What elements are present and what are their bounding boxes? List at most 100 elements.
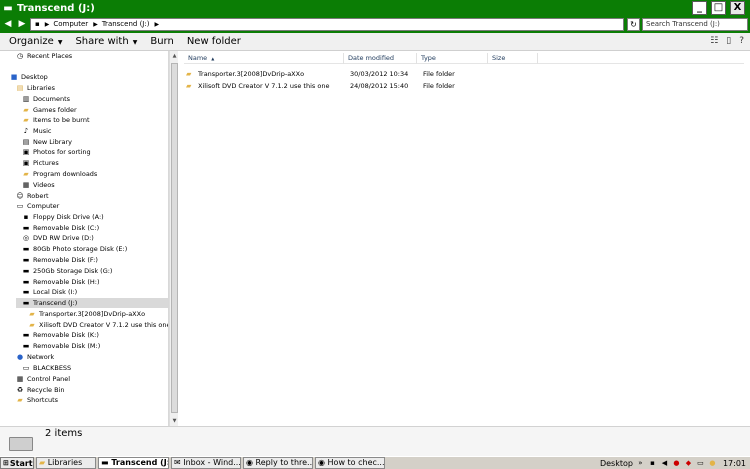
usb-icon[interactable]: ▭ xyxy=(696,459,705,468)
search-input[interactable]: Search Transcend (J:) xyxy=(642,18,748,31)
view-options-icon[interactable]: ☷ xyxy=(710,36,718,46)
folder-icon: ▰ xyxy=(29,321,35,329)
file-date: 30/03/2012 10:34 xyxy=(350,70,409,78)
refresh-icon[interactable]: ↻ xyxy=(627,18,640,31)
recycle-bin-icon: ♻ xyxy=(16,386,24,394)
nav-item-shortcuts[interactable]: ▰ Shortcuts xyxy=(16,395,58,405)
drive-icon: ▬ xyxy=(22,224,30,232)
nav-item-pictures[interactable]: ▣ Pictures xyxy=(22,158,59,168)
nav-item-removable-h[interactable]: ▬ Removable Disk (H:) xyxy=(22,277,100,287)
organize-button[interactable]: Organize ▼ xyxy=(9,36,62,47)
nav-item-floppy[interactable]: ▪ Floppy Disk Drive (A:) xyxy=(22,212,104,222)
column-header-size[interactable]: Size xyxy=(488,53,538,64)
desktop-toolbar-label[interactable]: Desktop xyxy=(600,459,633,468)
nav-scrollbar[interactable]: ▲ ▼ xyxy=(169,51,178,426)
dvd-icon: ◎ xyxy=(22,234,30,242)
mail-icon: ✉ xyxy=(174,458,184,467)
nav-item-recent-places[interactable]: ◷ Recent Places xyxy=(16,51,72,61)
start-button[interactable]: ⊞ Start xyxy=(0,457,34,469)
nav-item-new-library[interactable]: ▤ New Library xyxy=(22,137,72,147)
preview-pane-icon[interactable]: ▯ xyxy=(726,36,731,46)
share-with-label: Share with xyxy=(75,36,129,47)
update-icon[interactable]: ● xyxy=(708,459,717,468)
task-inbox[interactable]: ✉ Inbox - Wind... xyxy=(171,457,241,469)
title-bar[interactable]: ▬ Transcend (J:) _ □ X xyxy=(0,0,750,17)
forward-arrow-icon[interactable]: ▶ xyxy=(15,18,29,31)
maximize-button[interactable]: □ xyxy=(711,1,726,15)
command-bar: Organize ▼ Share with ▼ Burn New folder ☷ … xyxy=(0,33,750,51)
nav-item-removable-c[interactable]: ▬ Removable Disk (C:) xyxy=(22,223,100,233)
nav-item-local-i[interactable]: ▬ Local Disk (I:) xyxy=(22,287,77,297)
nav-item-recycle-bin[interactable]: ♻ Recycle Bin xyxy=(16,385,65,395)
nav-item-control-panel[interactable]: ▦ Control Panel xyxy=(16,374,70,384)
explorer-window: ▬ Transcend (J:) _ □ X ◀ ▶ ▪ ▶ Computer … xyxy=(0,0,750,469)
videos-icon: ▦ xyxy=(22,181,30,189)
breadcrumb-arrow-icon[interactable]: ▶ xyxy=(45,19,50,30)
folder-icon: ▰ xyxy=(186,70,192,78)
drive-icon: ▬ xyxy=(22,342,30,350)
network-tray-icon[interactable]: ▪ xyxy=(648,459,657,468)
burn-button[interactable]: Burn xyxy=(150,36,173,47)
nav-item-games-folder[interactable]: ▰ Games folder xyxy=(22,105,76,115)
scrollbar-thumb[interactable] xyxy=(171,63,178,413)
breadcrumb-arrow-icon[interactable]: ▶ xyxy=(154,19,159,30)
breadcrumb-arrow-icon[interactable]: ▶ xyxy=(93,19,98,30)
shield-icon[interactable]: ◆ xyxy=(684,459,693,468)
task-how-to-check[interactable]: ◉ How to chec... xyxy=(315,457,385,469)
control-panel-icon: ▦ xyxy=(16,375,24,383)
file-row[interactable]: ▰ Xilisoft DVD Creator V 7.1.2 use this … xyxy=(186,81,544,92)
browser-icon: ◉ xyxy=(246,458,256,467)
nav-item-transporter-folder[interactable]: ▰ Transporter.3[2008]DvDrip-aXXo xyxy=(28,309,145,319)
nav-item-items-to-be-burnt[interactable]: ▰ Items to be burnt xyxy=(22,115,89,125)
task-transcend[interactable]: ▬ Transcend (J:) xyxy=(98,457,169,469)
chevron-icon[interactable]: » xyxy=(636,459,645,468)
task-reply[interactable]: ◉ Reply to thre... xyxy=(243,457,313,469)
clock-icon: ◷ xyxy=(16,52,24,60)
folder-icon: ▰ xyxy=(23,106,29,114)
minimize-button[interactable]: _ xyxy=(692,1,707,15)
nav-item-removable-m[interactable]: ▬ Removable Disk (M:) xyxy=(22,341,101,351)
security-icon[interactable]: ● xyxy=(672,459,681,468)
nav-item-xilisoft-folder[interactable]: ▰ Xilisoft DVD Creator V 7.1.2 use this o… xyxy=(28,320,168,330)
breadcrumb-transcend[interactable]: Transcend (J:) xyxy=(102,19,150,30)
help-icon[interactable]: ? xyxy=(739,36,744,46)
nav-item-removable-k[interactable]: ▬ Removable Disk (K:) xyxy=(22,330,99,340)
nav-item-videos[interactable]: ▦ Videos xyxy=(22,180,55,190)
clock[interactable]: 17:01 xyxy=(723,459,746,468)
libraries-icon: ▤ xyxy=(16,84,24,92)
volume-icon[interactable]: ◀ xyxy=(660,459,669,468)
back-arrow-icon[interactable]: ◀ xyxy=(1,18,15,31)
nav-item-network[interactable]: ● Network xyxy=(16,352,54,362)
navigation-pane: ◷ Recent Places ■ Desktop ▤ Libraries ▥ Docu… xyxy=(0,51,169,426)
column-header-type[interactable]: Type xyxy=(417,53,488,64)
file-size xyxy=(494,81,544,92)
nav-item-removable-f[interactable]: ▬ Removable Disk (F:) xyxy=(22,255,98,265)
nav-item-dvd-d[interactable]: ◎ DVD RW Drive (D:) xyxy=(22,233,94,243)
nav-item-program-downloads[interactable]: ▰ Program downloads xyxy=(22,169,97,179)
breadcrumb-computer[interactable]: Computer xyxy=(53,19,88,30)
browser-icon: ◉ xyxy=(318,458,328,467)
file-name: Transporter.3[2008]DvDrip-aXXo xyxy=(198,70,305,78)
nav-item-documents[interactable]: ▥ Documents xyxy=(22,94,70,104)
file-row[interactable]: ▰ Transporter.3[2008]DvDrip-aXXo 30/03/2… xyxy=(186,69,544,80)
column-header-name[interactable]: Name ▲ xyxy=(184,53,344,64)
close-button[interactable]: X xyxy=(730,1,745,15)
nav-item-music[interactable]: ♪ Music xyxy=(22,126,52,136)
column-header-date[interactable]: Date modified xyxy=(344,53,417,64)
nav-item-photo-storage-e[interactable]: ▬ 80Gb Photo storage Disk (E:) xyxy=(22,244,128,254)
address-bar[interactable]: ▪ ▶ Computer ▶ Transcend (J:) ▶ xyxy=(30,18,624,31)
nav-item-storage-g[interactable]: ▬ 250Gb Storage Disk (G:) xyxy=(22,266,113,276)
nav-item-desktop[interactable]: ■ Desktop xyxy=(10,72,48,82)
file-type: File folder xyxy=(423,82,455,90)
nav-item-photos-for-sorting[interactable]: ▣ Photos for sorting xyxy=(22,147,91,157)
share-with-button[interactable]: Share with ▼ xyxy=(75,36,137,47)
nav-item-libraries[interactable]: ▤ Libraries xyxy=(16,83,55,93)
new-folder-button[interactable]: New folder xyxy=(187,36,241,47)
task-libraries[interactable]: ▰ Libraries xyxy=(36,457,96,469)
system-tray: Desktop » ▪ ◀ ● ◆ ▭ ● 17:01 xyxy=(600,457,750,469)
breadcrumb-root-icon[interactable]: ▪ xyxy=(35,19,40,30)
nav-item-blackbess[interactable]: ▭ BLACKBESS xyxy=(22,363,72,373)
nav-item-transcend-j[interactable]: ▬ Transcend (J:) xyxy=(16,298,168,308)
nav-item-computer[interactable]: ▭ Computer xyxy=(16,201,60,211)
nav-item-robert[interactable]: ☺ Robert xyxy=(16,191,48,201)
